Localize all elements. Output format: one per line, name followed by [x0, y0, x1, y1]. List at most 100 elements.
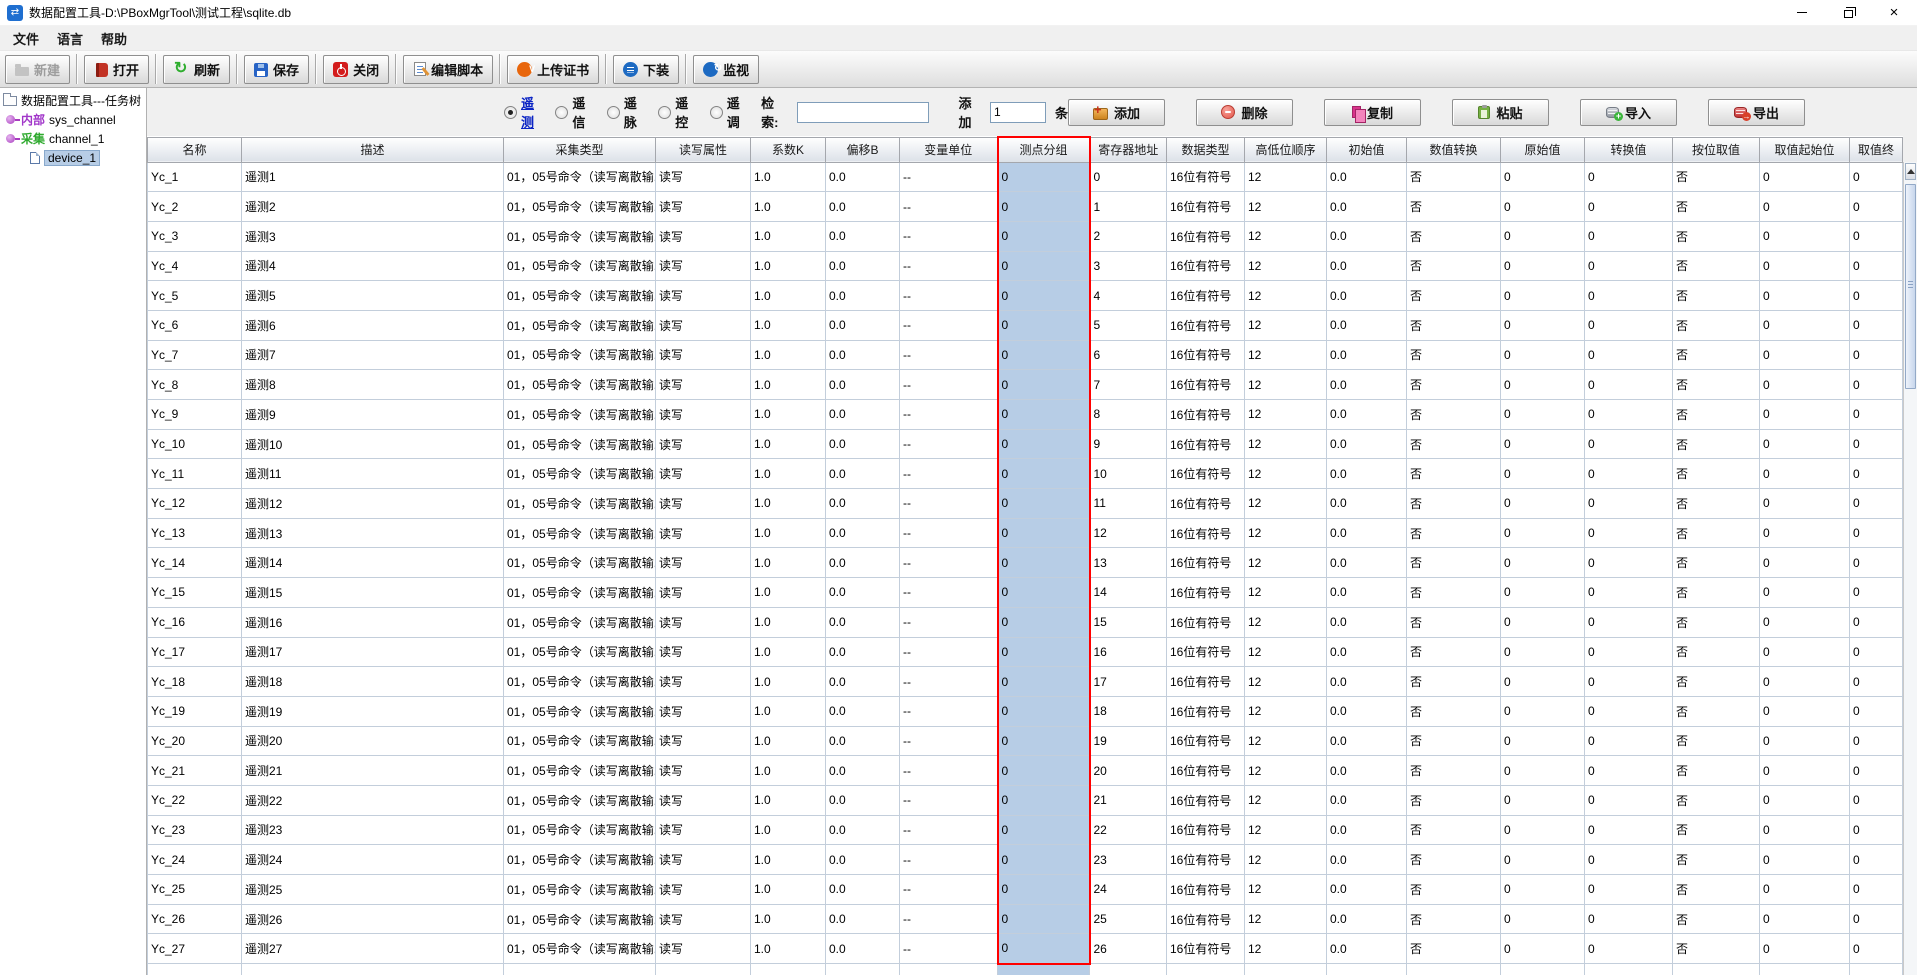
- table-cell[interactable]: 0: [998, 192, 1090, 222]
- table-cell[interactable]: 0: [1760, 696, 1850, 726]
- table-cell[interactable]: 0: [1760, 875, 1850, 905]
- table-cell[interactable]: 遥测20: [242, 726, 504, 756]
- table-cell[interactable]: 读写: [656, 400, 751, 430]
- action-button-copy[interactable]: 复制: [1324, 99, 1421, 126]
- table-cell[interactable]: 12: [1245, 696, 1327, 726]
- table-cell[interactable]: 12: [1245, 281, 1327, 311]
- table-cell[interactable]: [1090, 964, 1167, 975]
- table-cell[interactable]: 01，05号命令（读写离散输...: [504, 400, 656, 430]
- table-cell[interactable]: 0.0: [1327, 667, 1407, 697]
- table-cell[interactable]: 0: [1585, 548, 1673, 578]
- table-cell[interactable]: 22: [1090, 815, 1167, 845]
- menu-language[interactable]: 语言: [48, 27, 92, 50]
- table-cell[interactable]: 01，05号命令（读写离散输...: [504, 934, 656, 964]
- table-cell[interactable]: 0: [1585, 192, 1673, 222]
- table-cell[interactable]: 遥测25: [242, 875, 504, 905]
- table-cell[interactable]: 16位有符号: [1167, 370, 1245, 400]
- column-header-5[interactable]: 系数K: [751, 137, 826, 162]
- table-cell[interactable]: 0: [1501, 548, 1585, 578]
- table-cell[interactable]: 1.0: [751, 221, 826, 251]
- close-button[interactable]: ×: [1871, 0, 1917, 25]
- table-cell[interactable]: 12: [1245, 845, 1327, 875]
- table-cell[interactable]: 0.0: [1327, 845, 1407, 875]
- table-cell[interactable]: Yc_26: [148, 904, 242, 934]
- table-cell[interactable]: 否: [1673, 875, 1760, 905]
- table-cell[interactable]: [1673, 964, 1760, 975]
- table-cell[interactable]: 读写: [656, 696, 751, 726]
- table-cell[interactable]: 0: [1090, 162, 1167, 192]
- column-header-11[interactable]: 高低位顺序: [1245, 137, 1327, 162]
- table-cell[interactable]: --: [900, 607, 998, 637]
- table-cell[interactable]: --: [900, 875, 998, 905]
- table-cell[interactable]: 0: [1850, 637, 1903, 667]
- table-cell[interactable]: 0.0: [826, 934, 900, 964]
- table-cell[interactable]: [1407, 964, 1501, 975]
- table-cell[interactable]: 0: [1585, 904, 1673, 934]
- table-cell[interactable]: 01，05号命令（读写离散输...: [504, 192, 656, 222]
- table-cell[interactable]: 0: [998, 548, 1090, 578]
- table-cell[interactable]: 0.0: [1327, 192, 1407, 222]
- table-cell[interactable]: 读写: [656, 934, 751, 964]
- table-cell[interactable]: [998, 964, 1090, 975]
- toolbar-button-open[interactable]: 打开: [84, 55, 149, 84]
- table-cell[interactable]: 01，05号命令（读写离散输...: [504, 310, 656, 340]
- table-cell[interactable]: 1.0: [751, 726, 826, 756]
- table-cell[interactable]: 0: [1850, 370, 1903, 400]
- table-cell[interactable]: 0: [998, 251, 1090, 281]
- table-cell[interactable]: 读写: [656, 251, 751, 281]
- table-cell[interactable]: [1501, 964, 1585, 975]
- table-cell[interactable]: 0: [998, 875, 1090, 905]
- radio-yaotiao[interactable]: 遥调: [710, 93, 747, 131]
- table-cell[interactable]: 1.0: [751, 696, 826, 726]
- table-cell[interactable]: 4: [1090, 281, 1167, 311]
- table-cell[interactable]: 0: [998, 578, 1090, 608]
- table-cell[interactable]: --: [900, 904, 998, 934]
- table-cell[interactable]: 0.0: [1327, 429, 1407, 459]
- table-cell[interactable]: Yc_11: [148, 459, 242, 489]
- table-cell[interactable]: 读写: [656, 429, 751, 459]
- table-cell[interactable]: 否: [1673, 578, 1760, 608]
- table-cell[interactable]: 0.0: [826, 429, 900, 459]
- table-cell[interactable]: 0: [998, 459, 1090, 489]
- table-cell[interactable]: 否: [1407, 578, 1501, 608]
- table-cell[interactable]: 否: [1673, 548, 1760, 578]
- table-cell[interactable]: 12: [1245, 340, 1327, 370]
- table-cell[interactable]: 0: [1760, 548, 1850, 578]
- table-cell[interactable]: 0.0: [826, 162, 900, 192]
- table-cell[interactable]: [1167, 964, 1245, 975]
- column-header-17[interactable]: 取值起始位: [1760, 137, 1850, 162]
- table-cell[interactable]: --: [900, 251, 998, 281]
- table-cell[interactable]: 0: [1501, 815, 1585, 845]
- table-cell[interactable]: Yc_27: [148, 934, 242, 964]
- table-cell[interactable]: 否: [1407, 281, 1501, 311]
- table-cell[interactable]: 0: [1501, 221, 1585, 251]
- table-cell[interactable]: 否: [1673, 162, 1760, 192]
- table-cell[interactable]: 遥测26: [242, 904, 504, 934]
- table-cell[interactable]: 24: [1090, 875, 1167, 905]
- table-cell[interactable]: 1.0: [751, 607, 826, 637]
- table-cell[interactable]: 0.0: [826, 459, 900, 489]
- table-cell[interactable]: 否: [1407, 667, 1501, 697]
- table-cell[interactable]: 遥测27: [242, 934, 504, 964]
- table-cell[interactable]: 01，05号命令（读写离散输...: [504, 667, 656, 697]
- radio-yaoxin[interactable]: 遥信: [555, 93, 592, 131]
- table-cell[interactable]: 读写: [656, 370, 751, 400]
- table-cell[interactable]: 0.0: [1327, 370, 1407, 400]
- table-cell[interactable]: 0.0: [1327, 756, 1407, 786]
- table-cell[interactable]: 读写: [656, 221, 751, 251]
- table-cell[interactable]: 0: [1585, 875, 1673, 905]
- table-cell[interactable]: 1.0: [751, 251, 826, 281]
- table-cell[interactable]: 0: [1501, 845, 1585, 875]
- table-cell[interactable]: 否: [1407, 637, 1501, 667]
- table-cell[interactable]: 19: [1090, 726, 1167, 756]
- tree-node-channel_1[interactable]: 采集channel_1: [0, 129, 146, 148]
- table-cell[interactable]: 1.0: [751, 875, 826, 905]
- table-cell[interactable]: 12: [1245, 934, 1327, 964]
- table-cell[interactable]: 12: [1245, 489, 1327, 519]
- table-cell[interactable]: Yc_18: [148, 667, 242, 697]
- table-cell[interactable]: 读写: [656, 875, 751, 905]
- table-cell[interactable]: 0: [1585, 340, 1673, 370]
- table-cell[interactable]: --: [900, 340, 998, 370]
- table-cell[interactable]: 读写: [656, 578, 751, 608]
- scroll-up-button[interactable]: [1905, 163, 1916, 180]
